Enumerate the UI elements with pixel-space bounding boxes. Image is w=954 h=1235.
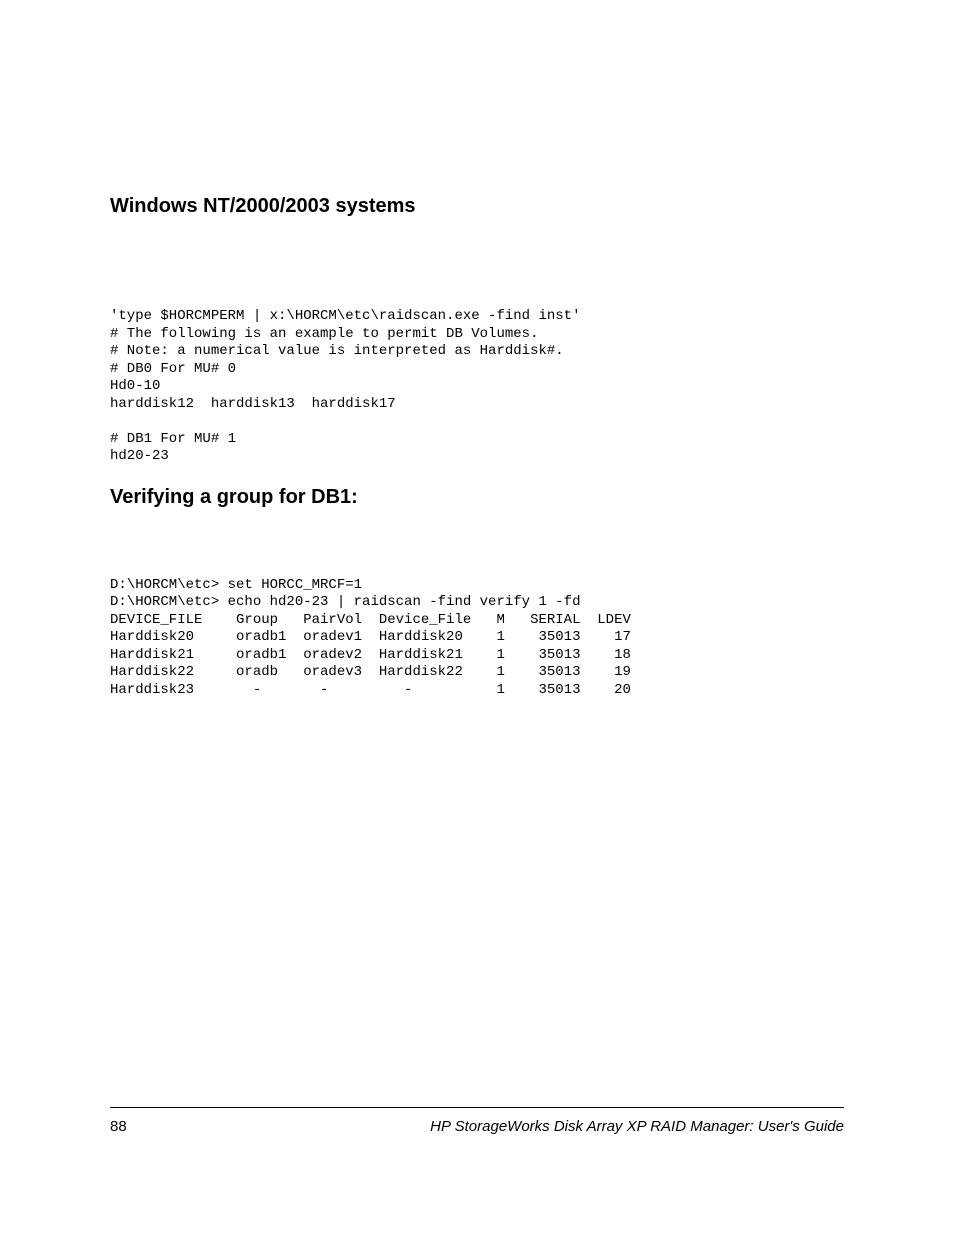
code-block-verify-output: D:\HORCM\etc> set HORCC_MRCF=1 D:\HORCM\…: [110, 577, 844, 700]
page-footer: 88 HP StorageWorks Disk Array XP RAID Ma…: [0, 1107, 954, 1135]
section-heading-verify-db1: Verifying a group for DB1:: [110, 486, 844, 509]
section-heading-windows: Windows NT/2000/2003 systems: [110, 195, 844, 218]
footer-divider: [110, 1107, 844, 1108]
footer-document-title: HP StorageWorks Disk Array XP RAID Manag…: [430, 1118, 844, 1135]
code-block-permissions: 'type $HORCMPERM | x:\HORCM\etc\raidscan…: [110, 308, 844, 466]
footer-page-number: 88: [110, 1118, 127, 1135]
page-content: Windows NT/2000/2003 systems 'type $HORC…: [0, 0, 954, 699]
